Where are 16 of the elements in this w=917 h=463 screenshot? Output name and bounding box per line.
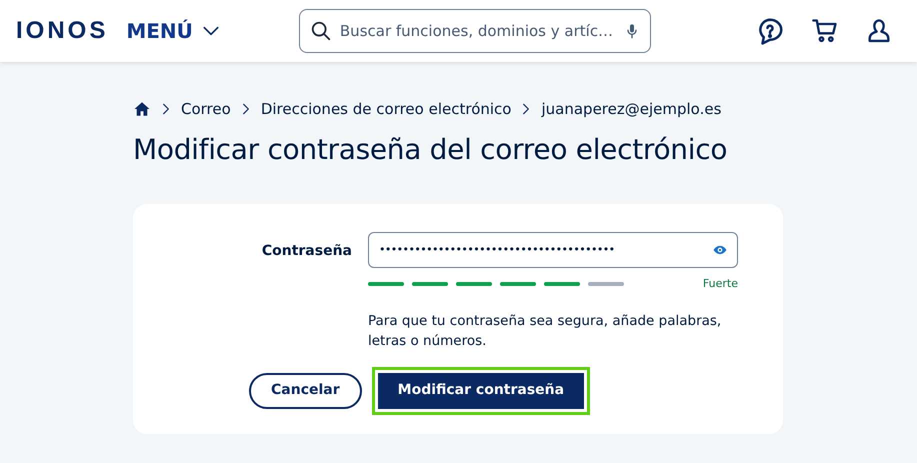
search-icon — [310, 20, 332, 42]
strength-label: Fuerte — [702, 276, 738, 292]
menu-button[interactable]: MENÚ — [120, 15, 227, 47]
page-title: Modificar contraseña del correo electrónico — [133, 132, 728, 166]
search-field[interactable]: Buscar funciones, dominios y artíc… — [298, 9, 651, 53]
cancel-button[interactable]: Cancelar — [249, 372, 362, 409]
password-field[interactable]: •••••••••••••••••••••••••••••••••••••••• — [368, 232, 738, 268]
field-label: Contraseña — [260, 242, 353, 262]
breadcrumb-link[interactable]: juanaperez@ejemplo.es — [541, 98, 722, 120]
hint-text: Para que tu contraseña sea segura, añade palabras, letras o números. — [368, 312, 722, 351]
home-icon[interactable] — [133, 100, 151, 118]
submit-button[interactable]: Modificar contraseña — [378, 372, 584, 409]
logo[interactable]: IONOS — [16, 17, 108, 45]
cart-icon[interactable] — [811, 17, 839, 45]
breadcrumb-link[interactable]: Correo — [181, 98, 231, 120]
breadcrumb-link[interactable]: Direcciones de correo electrónico — [260, 98, 512, 120]
